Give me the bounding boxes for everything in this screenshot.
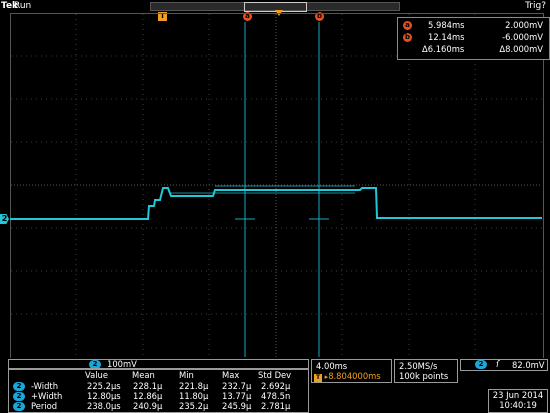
time: 10:40:19 [499,400,537,410]
cursor-delta-readout: Δ6.160ms Δ8.000mV [422,44,543,54]
horizontal-settings-box[interactable]: 4.00ms T ▸8.804000ms [311,359,392,383]
cursor-b-icon: b [403,33,412,42]
datetime-box: 23 Jun 2014 10:40:19 [488,389,548,413]
trigger-source-badge: 2 [475,360,487,369]
trigger-level: 82.0mV [512,360,545,370]
measurement-row-neg-width[interactable]: 2 -Width 225.2µs 228.1µ 221.8µ 232.7µ 2.… [9,381,308,391]
channel-2-trace [10,185,542,220]
cursor-readout-panel: a 5.984ms 2.000mV b 12.14ms -6.000mV Δ6.… [397,17,550,60]
measurement-row-period[interactable]: 2 Period 238.0µs 240.9µ 235.2µ 245.9µ 2.… [9,401,308,411]
measurement-table[interactable]: Value Mean Min Max Std Dev 2 -Width 225.… [8,368,309,413]
trigger-position-icon: T [314,374,322,382]
record-length: 100k points [399,371,449,381]
date: 23 Jun 2014 [492,390,544,400]
sample-rate: 2.50MS/s [399,361,438,371]
measurement-header: Value Mean Min Max Std Dev [85,370,292,380]
measurement-row-pos-width[interactable]: 2 +Width 12.80µs 12.86µ 11.80µ 13.77µ 47… [9,391,308,401]
horizontal-scale: 4.00ms [316,361,348,371]
acquisition-settings-box[interactable]: 2.50MS/s 100k points [394,359,458,383]
cursor-a-icon: a [403,21,412,30]
horizontal-position: T ▸8.804000ms [314,371,381,382]
cursor-a-readout: a 5.984ms 2.000mV [398,20,549,31]
cursor-b-readout: b 12.14ms -6.000mV [403,32,543,42]
rising-edge-icon: ſ [496,359,499,369]
trigger-settings-box[interactable]: 2 ſ 82.0mV [460,359,548,371]
